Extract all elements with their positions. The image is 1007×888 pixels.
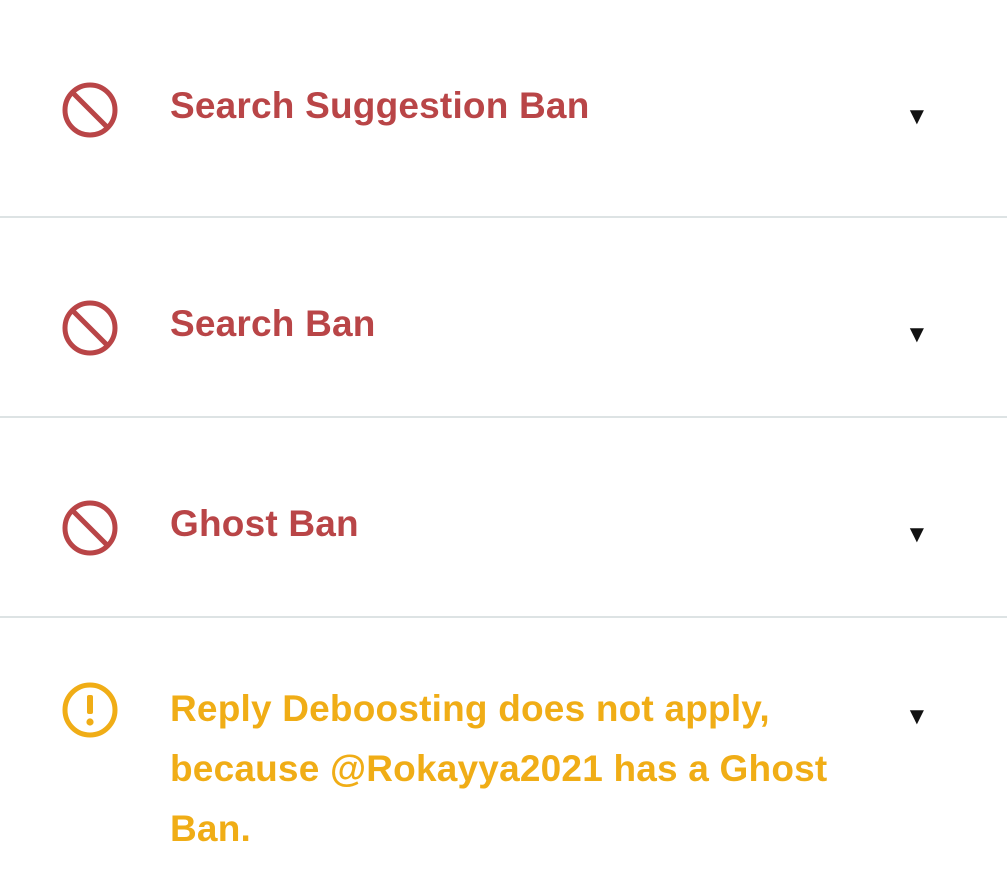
result-row-ghost-ban[interactable]: Ghost Ban ▼ <box>0 418 1007 618</box>
shadowban-result-list: Search Suggestion Ban ▼ Search Ban ▼ Gho… <box>0 0 1007 888</box>
result-label: Search Suggestion Ban <box>170 85 590 126</box>
result-row-reply-deboosting[interactable]: Reply Deboosting does not apply, because… <box>0 618 1007 888</box>
result-label: Reply Deboosting does not apply, because… <box>170 688 828 849</box>
ban-icon <box>61 499 119 557</box>
warning-icon <box>61 681 119 739</box>
chevron-down-icon[interactable]: ▼ <box>905 323 929 347</box>
chevron-down-icon[interactable]: ▼ <box>905 105 929 129</box>
ban-icon <box>61 81 119 139</box>
chevron-down-icon[interactable]: ▼ <box>905 523 929 547</box>
ban-icon <box>61 299 119 357</box>
result-row-search-ban[interactable]: Search Ban ▼ <box>0 218 1007 418</box>
result-label: Ghost Ban <box>170 503 359 544</box>
result-label: Search Ban <box>170 303 376 344</box>
result-row-search-suggestion-ban[interactable]: Search Suggestion Ban ▼ <box>0 0 1007 218</box>
chevron-down-icon[interactable]: ▼ <box>905 705 929 729</box>
